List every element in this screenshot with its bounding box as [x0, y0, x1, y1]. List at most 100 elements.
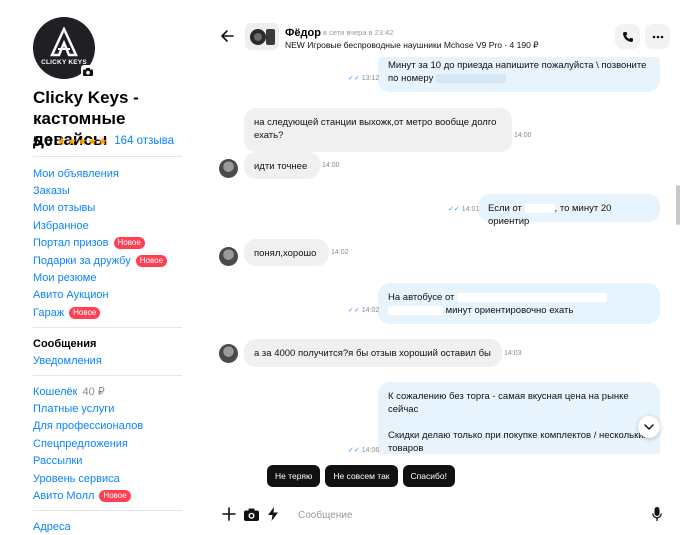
menu-label: Рассылки [33, 455, 83, 468]
quick-reply-button[interactable]: Не совсем так [325, 465, 398, 487]
back-arrow-icon[interactable] [220, 29, 236, 45]
menu-label: Гараж [33, 306, 65, 319]
message-composer [210, 498, 690, 530]
menu-item-my-reviews[interactable]: Мои отзывы [33, 200, 167, 217]
call-button[interactable] [615, 24, 640, 49]
redacted-text [388, 305, 443, 315]
message-time: 14:03 [504, 350, 522, 357]
menu-label: Адреса [33, 520, 71, 533]
lightning-icon[interactable] [265, 506, 281, 522]
read-ticks-icon: ✓✓ [448, 206, 460, 213]
quick-reply-button[interactable]: Спасибо! [402, 465, 455, 487]
menu-label: Кошелёк [33, 385, 78, 398]
menu-label: Подарки за дружбу [33, 254, 131, 267]
menu-label: Платные услуги [33, 403, 115, 416]
message-text: На автобусе от [388, 292, 455, 303]
redacted-text [457, 292, 608, 302]
new-badge: Новое [135, 254, 168, 267]
contact-status: в сети вчера в 23:42 [323, 28, 394, 37]
menu-item-for-pros[interactable]: Для профессионалов [33, 418, 143, 435]
read-ticks-icon: ✓✓ [348, 307, 360, 314]
menu-label: Мои резюме [33, 272, 97, 285]
contact-name[interactable]: Фёдор [285, 27, 321, 39]
message-incoming: понял,хорошо [244, 239, 329, 266]
menu-item-mailings[interactable]: Рассылки [33, 453, 143, 470]
message-incoming: на следующей станции выхожк,от метро воо… [244, 108, 512, 152]
shop-avatar-wrap[interactable]: CLICKY KEYS [33, 17, 95, 79]
sender-avatar[interactable] [219, 159, 238, 178]
menu-label: Избранное [33, 219, 89, 232]
menu-item-garage[interactable]: Гараж Новое [33, 304, 167, 321]
profile-sidebar: CLICKY KEYS Clicky Keys - кастомные дева… [0, 0, 195, 535]
menu-item-my-resumes[interactable]: Мои резюме [33, 269, 167, 286]
menu-item-orders[interactable]: Заказы [33, 182, 167, 199]
new-badge: Новое [69, 306, 101, 319]
quick-reply-button[interactable]: Не теряю [267, 465, 321, 487]
menu-group-addresses: Адреса [33, 518, 71, 535]
product-title[interactable]: NEW Игровые беспроводные наушники Mchose… [285, 40, 539, 51]
menu-item-messages[interactable]: Сообщения [33, 335, 102, 352]
menu-item-auction[interactable]: Авито Аукцион [33, 287, 167, 304]
menu-label: Мои отзывы [33, 202, 96, 215]
menu-label: Уровень сервиса [33, 472, 120, 485]
redacted-phone [435, 73, 506, 83]
menu-label: Портал призов [33, 237, 109, 250]
menu-group-messages: Сообщения Уведомления [33, 335, 102, 370]
menu-item-favorites[interactable]: Избранное [33, 217, 167, 234]
menu-item-my-ads[interactable]: Мои объявления [33, 165, 167, 182]
change-photo-icon[interactable] [81, 65, 95, 79]
microphone-icon[interactable] [649, 506, 665, 522]
message-time: 14:02 [331, 249, 349, 256]
rating-value: 5,0 [33, 133, 53, 149]
product-thumbnail[interactable] [245, 23, 279, 50]
menu-label: Мои объявления [33, 167, 119, 180]
message-text: на следующей станции выхожк,от метро воо… [254, 117, 497, 141]
reviews-link[interactable]: 164 отзыва [114, 135, 174, 147]
more-icon [652, 35, 663, 38]
message-outgoing: К сожалению без торга - самая вкусная це… [378, 382, 660, 454]
message-time: ✓✓ 14:01 [448, 206, 480, 213]
message-text: Если от [488, 203, 522, 214]
message-time: ✓✓ 14:02 [348, 307, 380, 314]
wallet-balance: 40 ₽ [82, 386, 105, 399]
menu-item-prize-portal[interactable]: Портал призов Новое [33, 235, 167, 252]
message-list[interactable]: Минут за 10 до приезда напишите пожалуйс… [210, 57, 680, 454]
rating-stars-icon: ★★★★★ [56, 135, 109, 148]
plus-icon[interactable] [221, 506, 237, 522]
menu-item-special-offers[interactable]: Спецпредложения [33, 435, 143, 452]
message-time: ✓✓ 14:06 [348, 447, 380, 454]
menu-item-avito-mall[interactable]: Авито Молл Новое [33, 487, 143, 504]
divider [33, 156, 182, 157]
menu-label: Уведомления [33, 355, 102, 368]
message-text: минут ориентировочно ехать [445, 305, 574, 316]
chat-header: Фёдор в сети вчера в 23:42 NEW Игровые б… [210, 0, 690, 57]
scroll-to-bottom-button[interactable] [638, 416, 660, 438]
menu-item-wallet[interactable]: Кошелёк 40 ₽ [33, 383, 143, 400]
sender-avatar[interactable] [219, 247, 238, 266]
more-options-button[interactable] [645, 24, 670, 49]
menu-label: Для профессионалов [33, 420, 144, 433]
menu-item-service-level[interactable]: Уровень сервиса [33, 470, 143, 487]
read-ticks-icon: ✓✓ [348, 447, 360, 454]
message-text: идти точнее [254, 161, 308, 172]
chat-scrollbar[interactable] [676, 185, 680, 225]
menu-group-services: Кошелёк 40 ₽ Платные услуги Для профессио… [33, 383, 143, 505]
menu-item-friend-gifts[interactable]: Подарки за дружбу Новое [33, 252, 168, 269]
message-input[interactable] [298, 507, 628, 523]
chevron-down-icon [644, 424, 654, 430]
message-text: понял,хорошо [254, 248, 317, 259]
menu-item-paid-services[interactable]: Платные услуги [33, 400, 143, 417]
menu-item-notifications[interactable]: Уведомления [33, 352, 102, 369]
phone-icon [622, 31, 633, 42]
menu-group-account: Мои объявления Заказы Мои отзывы Избранн… [33, 165, 168, 322]
camera-icon[interactable] [243, 506, 259, 522]
message-incoming: а за 4000 получится?я бы отзыв хороший о… [244, 339, 502, 367]
new-badge: Новое [113, 237, 145, 250]
menu-label: Авито Молл [33, 490, 95, 503]
sender-avatar[interactable] [219, 344, 238, 363]
read-ticks-icon: ✓✓ [348, 75, 360, 82]
new-badge: Новое [99, 490, 131, 503]
message-outgoing: Если от , то минут 20 ориентир [478, 194, 660, 227]
menu-item-addresses[interactable]: Адреса [33, 518, 71, 535]
divider [33, 375, 182, 376]
